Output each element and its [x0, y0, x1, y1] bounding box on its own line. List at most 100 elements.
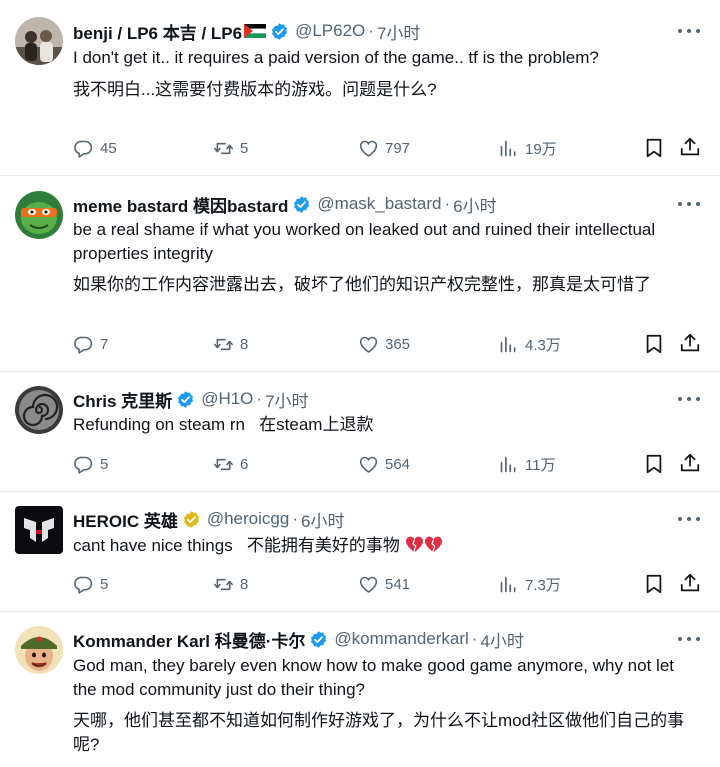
bookmark-icon[interactable] [643, 453, 665, 475]
avatar-benji[interactable] [15, 17, 63, 65]
display-name[interactable]: Kommander Karl 科曼德·卡尔 [73, 627, 305, 652]
more-icon[interactable] [678, 22, 700, 40]
user-handle[interactable]: @mask_bastard [317, 194, 441, 214]
user-handle[interactable]: @kommanderkarl [334, 629, 468, 649]
like-count: 541 [385, 575, 411, 593]
reply-button[interactable]: 5 [73, 572, 108, 596]
separator-dot: · [471, 629, 478, 648]
display-name[interactable]: HEROIC 英雄 [73, 507, 178, 532]
reply-button[interactable]: 45 [73, 136, 117, 160]
reply-button[interactable]: 7 [73, 332, 108, 356]
separator-dot: · [256, 389, 263, 408]
share-icon[interactable] [679, 452, 701, 474]
verified-gold-badge-icon [182, 510, 201, 529]
verified-badge-icon [176, 390, 195, 409]
views-button[interactable]: 11万 [498, 452, 556, 476]
views-button[interactable]: 19万 [498, 136, 557, 160]
tweet-header: HEROIC 英雄 @heroicgg · 6小时 [73, 507, 344, 532]
tweet-translation: 天哪，他们甚至都不知道如何制作好游戏了，为什么不让mod社区做他们自己的事呢? [73, 711, 685, 754]
tweet-translation: 我不明白...这需要付费版本的游戏。问题是什么? [73, 80, 437, 99]
reply-count: 5 [100, 575, 109, 593]
like-button[interactable]: 564 [358, 452, 410, 476]
tweet-5[interactable]: Kommander Karl 科曼德·卡尔 @kommanderkarl · 4… [0, 612, 720, 767]
bookmark-icon[interactable] [643, 333, 665, 355]
tweet-header: Chris 克里斯 @H1O · 7小时 [73, 387, 309, 412]
more-icon[interactable] [678, 195, 700, 213]
reply-count: 5 [100, 455, 109, 473]
retweet-button[interactable]: 8 [213, 572, 248, 596]
verified-badge-icon [309, 630, 328, 649]
separator-dot: · [292, 509, 298, 528]
reply-icon [73, 334, 94, 355]
timestamp[interactable]: 6小时 [453, 192, 496, 217]
tweet-4[interactable]: HEROIC 英雄 @heroicgg · 6小时 cant have nice… [0, 492, 720, 612]
soldier-avatar-icon [15, 626, 63, 674]
timestamp[interactable]: 4小时 [480, 627, 523, 652]
retweet-icon [213, 138, 234, 159]
retweet-button[interactable]: 5 [213, 136, 248, 160]
user-handle[interactable]: @heroicgg [207, 509, 289, 529]
avatar-chris[interactable] [15, 386, 63, 434]
share-icon[interactable] [679, 136, 701, 158]
bookmark-icon[interactable] [643, 137, 665, 159]
heroic-logo-icon [15, 506, 63, 554]
like-button[interactable]: 797 [358, 136, 410, 160]
share-icon[interactable] [679, 572, 701, 594]
heart-icon [358, 138, 379, 159]
more-icon[interactable] [678, 630, 700, 648]
display-name[interactable]: benji / LP6 本吉 / LP6 [73, 19, 242, 44]
retweet-count: 8 [240, 575, 249, 593]
display-name[interactable]: meme bastard 模因bastard [73, 192, 288, 217]
tweet-text: cant have nice things 不能拥有美好的事物 [73, 536, 400, 555]
timestamp[interactable]: 6小时 [301, 507, 344, 532]
tweet-2[interactable]: meme bastard 模因bastard @mask_bastard · 6… [0, 176, 720, 372]
tweet-text: God man, they barely even know how to ma… [73, 656, 674, 699]
like-button[interactable]: 541 [358, 572, 410, 596]
retweet-button[interactable]: 6 [213, 452, 248, 476]
action-bar: 5 8 541 7.3万 [73, 572, 703, 596]
avatar-photo-icon [15, 17, 63, 65]
action-bar: 7 8 365 4.3万 [73, 332, 703, 356]
reply-count: 45 [100, 139, 117, 157]
tweet-1[interactable]: benji / LP6 本吉 / LP6 @LP62O · 7小时 I don'… [0, 0, 720, 176]
views-count: 11万 [525, 456, 556, 474]
tweet-3[interactable]: Chris 克里斯 @H1O · 7小时 Refunding on steam … [0, 372, 720, 492]
broken-heart-icon [405, 536, 423, 553]
timestamp[interactable]: 7小时 [265, 387, 308, 412]
avatar-heroic[interactable] [15, 506, 63, 554]
like-button[interactable]: 365 [358, 332, 410, 356]
retweet-icon [213, 454, 234, 475]
display-name[interactable]: Chris 克里斯 [73, 387, 172, 412]
retweet-icon [213, 574, 234, 595]
user-handle[interactable]: @LP62O [295, 21, 365, 41]
tweet-header: benji / LP6 本吉 / LP6 @LP62O · 7小时 [73, 19, 420, 44]
turtle-avatar-icon [15, 191, 63, 239]
views-count: 4.3万 [525, 336, 561, 354]
share-icon[interactable] [679, 332, 701, 354]
views-icon [498, 334, 519, 355]
views-count: 19万 [525, 140, 557, 158]
reply-icon [73, 138, 94, 159]
verified-badge-icon [292, 195, 311, 214]
views-count: 7.3万 [525, 576, 561, 594]
broken-heart-icon [424, 536, 442, 553]
views-button[interactable]: 7.3万 [498, 572, 561, 596]
retweet-count: 6 [240, 455, 249, 473]
views-button[interactable]: 4.3万 [498, 332, 561, 356]
retweet-button[interactable]: 8 [213, 332, 248, 356]
avatar-kommander-karl[interactable] [15, 626, 63, 674]
like-count: 564 [385, 455, 411, 473]
more-icon[interactable] [678, 390, 700, 408]
action-bar: 5 6 564 11万 [73, 452, 703, 476]
more-icon[interactable] [678, 510, 700, 528]
separator-dot: · [444, 194, 451, 213]
avatar-meme-bastard[interactable] [15, 191, 63, 239]
tweet-text-row: cant have nice things 不能拥有美好的事物 [73, 534, 703, 558]
bookmark-icon[interactable] [643, 573, 665, 595]
timestamp[interactable]: 7小时 [377, 19, 420, 44]
reply-button[interactable]: 5 [73, 452, 108, 476]
user-handle[interactable]: @H1O [201, 389, 253, 409]
reply-count: 7 [100, 335, 109, 353]
action-bar: 45 5 797 19万 [73, 136, 703, 160]
heart-icon [358, 454, 379, 475]
